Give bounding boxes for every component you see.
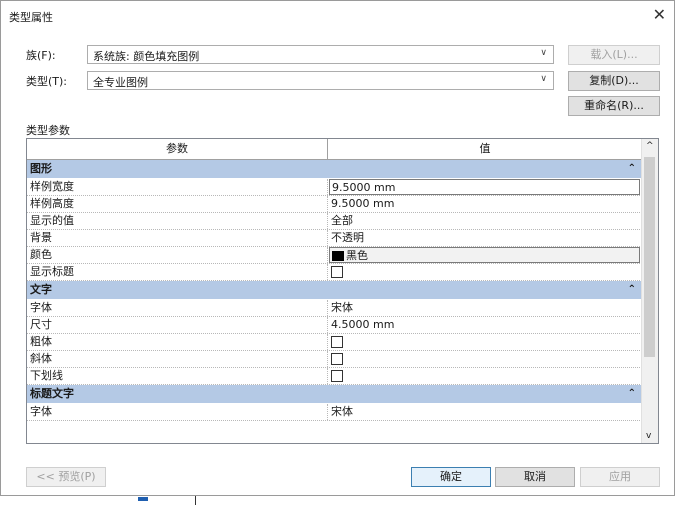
color-field[interactable]: 黑色 (329, 247, 640, 263)
duplicate-button[interactable]: 复制(D)... (568, 71, 660, 91)
grid-scrollbar[interactable]: ^ v (641, 139, 658, 443)
column-header-value[interactable]: 值 (328, 139, 642, 159)
apply-button[interactable]: 应用 (580, 467, 660, 487)
table-row[interactable]: 粗体 (27, 334, 642, 351)
italic-checkbox[interactable] (331, 353, 343, 365)
grid-header: 参数 值 (27, 139, 642, 160)
type-select[interactable]: 全专业图例 ∨ (87, 71, 554, 90)
color-swatch (332, 251, 344, 261)
table-row[interactable]: 字体 宋体 (27, 404, 642, 421)
table-row[interactable]: 字体 宋体 (27, 300, 642, 317)
collapse-icon[interactable]: ⌃ (628, 160, 636, 178)
type-label: 类型(T): (26, 75, 68, 88)
scroll-down-icon[interactable]: v (646, 431, 651, 441)
ok-button[interactable]: 确定 (411, 467, 491, 487)
taskbar-indicator (138, 497, 148, 501)
table-row[interactable]: 显示标题 (27, 264, 642, 281)
table-row[interactable]: 背景 不透明 (27, 230, 642, 247)
table-row[interactable]: 斜体 (27, 351, 642, 368)
column-header-parameter[interactable]: 参数 (27, 139, 328, 159)
group-graphics[interactable]: 图形 ⌃ (27, 160, 642, 179)
table-row[interactable]: 显示的值 全部 (27, 213, 642, 230)
cancel-button[interactable]: 取消 (495, 467, 575, 487)
show-title-checkbox[interactable] (331, 266, 343, 278)
table-row[interactable]: 颜色 黑色 (27, 247, 642, 264)
type-parameters-label: 类型参数 (26, 124, 70, 137)
divider (195, 496, 196, 505)
bold-checkbox[interactable] (331, 336, 343, 348)
collapse-icon[interactable]: ⌃ (628, 385, 636, 403)
grid-rows: 图形 ⌃ 样例宽度 9.5000 mm 样例高度 9.5000 mm 显示的值 全部 背… (27, 160, 642, 421)
title-bar: 类型属性 ✕ (1, 1, 674, 31)
load-button[interactable]: 载入(L)... (568, 45, 660, 65)
family-label: 族(F): (26, 49, 56, 62)
table-row[interactable]: 样例高度 9.5000 mm (27, 196, 642, 213)
close-icon[interactable]: ✕ (653, 5, 666, 24)
window-title: 类型属性 (9, 11, 53, 24)
family-select[interactable]: 系统族: 颜色填充图例 ∨ (87, 45, 554, 64)
family-select-value: 系统族: 颜色填充图例 (93, 50, 200, 63)
group-text[interactable]: 文字 ⌃ (27, 281, 642, 300)
scroll-up-icon[interactable]: ^ (646, 141, 654, 151)
underline-checkbox[interactable] (331, 370, 343, 382)
group-title-text[interactable]: 标题文字 ⌃ (27, 385, 642, 404)
scroll-thumb[interactable] (644, 157, 655, 357)
table-row[interactable]: 样例宽度 9.5000 mm (27, 179, 642, 196)
chevron-down-icon: ∨ (540, 48, 547, 58)
rename-button[interactable]: 重命名(R)... (568, 96, 660, 116)
collapse-icon[interactable]: ⌃ (628, 281, 636, 299)
table-row[interactable]: 下划线 (27, 368, 642, 385)
type-select-value: 全专业图例 (93, 76, 148, 89)
preview-button[interactable]: << 预览(P) (26, 467, 106, 487)
parameters-grid: 参数 值 图形 ⌃ 样例宽度 9.5000 mm 样例高度 9.5000 mm 显示的… (26, 138, 659, 444)
type-properties-dialog: 类型属性 ✕ 族(F): 系统族: 颜色填充图例 ∨ 载入(L)... 类型(T… (0, 0, 675, 496)
sample-width-field[interactable]: 9.5000 mm (329, 179, 640, 195)
chevron-down-icon: ∨ (540, 74, 547, 84)
table-row[interactable]: 尺寸 4.5000 mm (27, 317, 642, 334)
